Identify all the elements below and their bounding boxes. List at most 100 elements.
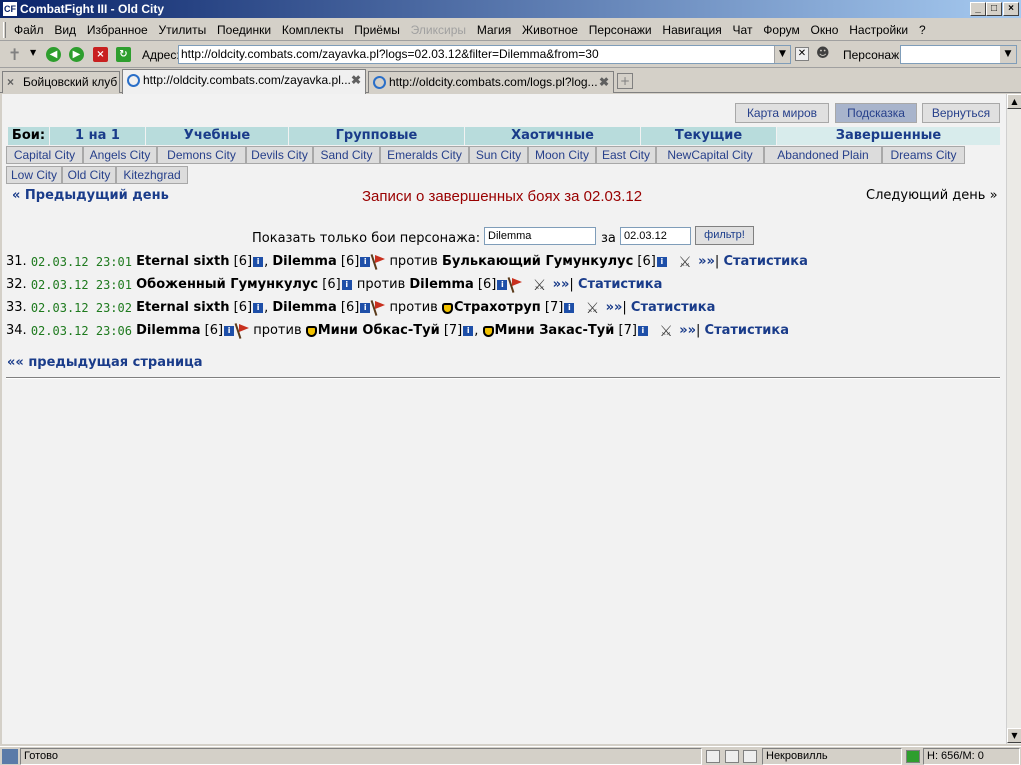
city-newcapital[interactable]: NewCapital City <box>656 146 764 164</box>
tab-training[interactable]: Учебные <box>146 127 289 145</box>
menu-utilities[interactable]: Утилиты <box>159 23 207 37</box>
statistics-link[interactable]: Статистика <box>631 300 715 315</box>
lock-icon[interactable] <box>743 750 757 763</box>
menu-favorites[interactable]: Избранное <box>87 23 148 37</box>
menu-view[interactable]: Вид <box>54 23 76 37</box>
city-kitezhgrad[interactable]: Kitezhgrad <box>116 166 188 184</box>
statistics-link[interactable]: Статистика <box>705 323 789 338</box>
minimize-button[interactable]: _ <box>970 2 986 16</box>
hint-button[interactable]: Подсказка <box>835 103 917 123</box>
filter-name-input[interactable]: Dilemma <box>484 227 596 245</box>
scroll-down-icon[interactable]: ▼ <box>1007 728 1021 743</box>
info-icon[interactable]: i <box>224 326 235 336</box>
info-icon[interactable]: i <box>253 257 264 267</box>
close-button[interactable]: × <box>1003 2 1019 16</box>
prev-page-link[interactable]: «« предыдущая страница <box>7 355 203 370</box>
statistics-link[interactable]: Статистика <box>578 277 662 292</box>
city-old[interactable]: Old City <box>62 166 116 184</box>
menu-window[interactable]: Окно <box>811 23 839 37</box>
menu-magic[interactable]: Магия <box>477 23 511 37</box>
maximize-button[interactable]: □ <box>986 2 1002 16</box>
tab-fight-club[interactable]: × Бойцовский клуб <box>2 71 120 93</box>
back-icon[interactable]: ◀ <box>46 47 61 62</box>
tab-current[interactable]: Текущие <box>641 127 777 145</box>
scroll-up-icon[interactable]: ▲ <box>1007 94 1021 109</box>
mask-icon[interactable]: ☻ <box>816 46 834 62</box>
tab-finished[interactable]: Завершенные <box>777 127 1000 145</box>
player-name[interactable]: Dilemma <box>136 323 200 338</box>
prev-day-link[interactable]: « Предыдущий день <box>12 188 169 203</box>
menu-techniques[interactable]: Приёмы <box>354 23 400 37</box>
player-name[interactable]: Eternal sixth <box>136 254 229 269</box>
page-close-icon[interactable]: ✕ <box>795 47 809 61</box>
player-name[interactable]: Булькающий Гумункулус <box>442 254 633 269</box>
info-icon[interactable]: i <box>637 326 648 336</box>
filter-date-input[interactable]: 02.03.12 <box>620 227 691 245</box>
menu-animal[interactable]: Животное <box>522 23 578 37</box>
statistics-link[interactable]: Статистика <box>723 254 807 269</box>
player-name[interactable]: Мини Закас-Туй <box>495 323 615 338</box>
close-tab-icon[interactable]: ✖ <box>351 70 361 90</box>
stop-icon[interactable]: × <box>93 47 108 62</box>
menu-forum[interactable]: Форум <box>763 23 799 37</box>
next-day-link[interactable]: Следующий день » <box>866 188 998 203</box>
dropdown-icon[interactable]: ▼ <box>30 48 36 57</box>
tab-logs[interactable]: http://oldcity.combats.com/logs.pl?log..… <box>368 71 614 93</box>
forward-icon[interactable]: ▶ <box>69 47 84 62</box>
city-dreams[interactable]: Dreams City <box>882 146 965 164</box>
player-name[interactable]: Мини Обкас-Туй <box>318 323 440 338</box>
city-east[interactable]: East City <box>596 146 656 164</box>
vertical-scrollbar[interactable]: ▲ ▼ <box>1006 94 1021 744</box>
city-demons[interactable]: Demons City <box>157 146 246 164</box>
city-emeralds[interactable]: Emeralds City <box>380 146 469 164</box>
city-capital[interactable]: Capital City <box>6 146 83 164</box>
persona-select[interactable]: ▼ <box>900 45 1017 64</box>
info-icon[interactable]: i <box>360 303 371 313</box>
menu-characters[interactable]: Персонажи <box>589 23 652 37</box>
player-name[interactable]: Dilemma <box>409 277 473 292</box>
city-devils[interactable]: Devils City <box>246 146 313 164</box>
tab-chaotic[interactable]: Хаотичные <box>465 127 641 145</box>
menu-settings[interactable]: Настройки <box>849 23 908 37</box>
player-name[interactable]: Eternal sixth <box>136 300 229 315</box>
close-tab-icon[interactable]: ✖ <box>599 72 609 92</box>
close-tab-icon[interactable]: × <box>7 72 14 92</box>
city-low[interactable]: Low City <box>6 166 62 184</box>
return-button[interactable]: Вернуться <box>922 103 1000 123</box>
info-icon[interactable]: i <box>360 257 371 267</box>
refresh-icon[interactable]: ↻ <box>116 47 131 62</box>
menu-file[interactable]: Файл <box>14 23 44 37</box>
menu-navigation[interactable]: Навигация <box>662 23 721 37</box>
sync-icon[interactable] <box>906 750 920 763</box>
city-abandoned-plain[interactable]: Abandoned Plain <box>764 146 882 164</box>
info-icon[interactable]: i <box>497 280 508 290</box>
info-icon[interactable]: i <box>463 326 474 336</box>
battle-log-link[interactable]: »» <box>553 277 570 292</box>
refresh-status-icon[interactable] <box>706 750 720 763</box>
chevron-down-icon[interactable]: ▼ <box>1000 46 1016 63</box>
battle-log-link[interactable]: »» <box>606 300 623 315</box>
address-dropdown-icon[interactable]: ▼ <box>774 46 790 63</box>
world-map-button[interactable]: Карта миров <box>735 103 829 123</box>
tab-one-on-one[interactable]: 1 на 1 <box>50 127 146 145</box>
tab-zayavka[interactable]: http://oldcity.combats.com/zayavka.pl...… <box>122 69 366 94</box>
filter-button[interactable]: фильтр! <box>695 226 754 245</box>
info-icon[interactable]: i <box>341 280 352 290</box>
address-input[interactable]: http://oldcity.combats.com/zayavka.pl?lo… <box>178 45 791 64</box>
menu-chat[interactable]: Чат <box>733 23 753 37</box>
city-angels[interactable]: Angels City <box>83 146 157 164</box>
player-name[interactable]: Страхотруп <box>454 300 541 315</box>
tab-group[interactable]: Групповые <box>289 127 465 145</box>
cross-icon[interactable]: ✝ <box>8 45 21 64</box>
city-sun[interactable]: Sun City <box>469 146 528 164</box>
battle-log-link[interactable]: »» <box>679 323 696 338</box>
player-name[interactable]: Обоженный Гумункулус <box>136 277 318 292</box>
player-name[interactable]: Dilemma <box>272 254 336 269</box>
city-moon[interactable]: Moon City <box>528 146 596 164</box>
new-tab-icon[interactable]: + <box>617 73 633 89</box>
info-icon[interactable]: i <box>253 303 264 313</box>
battle-log-link[interactable]: »» <box>698 254 715 269</box>
info-icon[interactable]: i <box>564 303 575 313</box>
player-name[interactable]: Dilemma <box>272 300 336 315</box>
city-sand[interactable]: Sand City <box>313 146 380 164</box>
